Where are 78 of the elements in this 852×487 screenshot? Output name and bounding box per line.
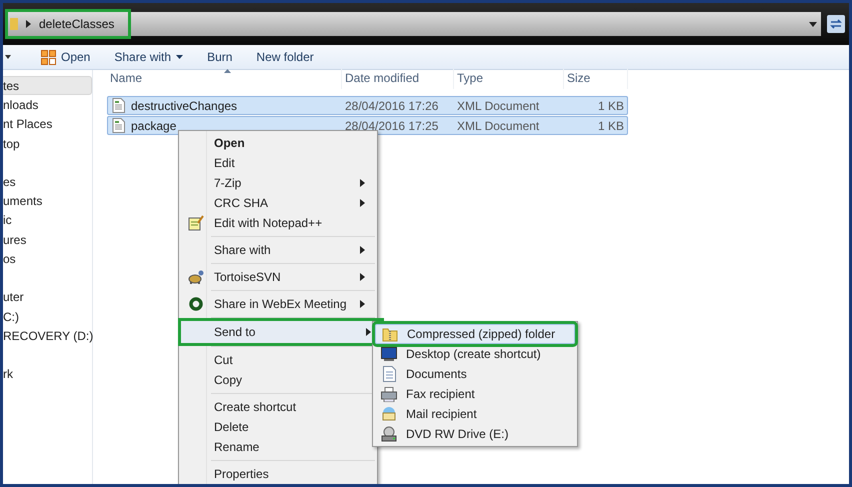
column-header[interactable]: Type	[454, 69, 564, 89]
column-header[interactable]: Size	[564, 69, 628, 89]
fax-icon	[381, 386, 397, 402]
submenu-arrow-icon	[360, 179, 365, 187]
menu-item[interactable]: Properties	[181, 464, 375, 484]
menu-item[interactable]: CRC SHA	[181, 193, 375, 213]
navigation-item[interactable]: C:)	[3, 306, 92, 326]
turtle-icon	[188, 269, 204, 285]
navigation-item[interactable]: es	[3, 172, 92, 192]
dropdown-arrow-icon[interactable]	[5, 55, 11, 59]
menu-item[interactable]: Share in WebEx Meeting	[181, 294, 375, 314]
dropdown-arrow-icon	[176, 55, 184, 59]
menu-item[interactable]: Share with	[181, 240, 375, 260]
toolbar-button[interactable]: Open	[35, 46, 96, 68]
navigation-item[interactable]: rk	[3, 364, 92, 384]
menu-item[interactable]: Rename	[181, 437, 375, 457]
date-cell-text: 28/04/2016 17:26	[344, 98, 440, 114]
size-cell-text: 1 KB	[596, 98, 624, 114]
menu-item[interactable]: Desktop (create shortcut)	[375, 344, 575, 364]
menu-item[interactable]: Open	[181, 133, 375, 153]
menu-item[interactable]: Edit	[181, 153, 375, 173]
sort-arrow-icon	[224, 69, 231, 73]
document-icon	[382, 366, 396, 382]
navigation-item[interactable]: uter	[3, 288, 92, 307]
menu-item[interactable]: Fax recipient	[375, 384, 575, 404]
envelope-icon	[381, 407, 397, 421]
zip-folder-icon	[382, 326, 398, 342]
notepad-icon	[188, 215, 204, 231]
monitor-icon	[381, 347, 397, 361]
submenu-arrow-icon	[360, 246, 365, 254]
address-path: deleteClasses	[39, 16, 114, 33]
submenu-arrow-icon	[360, 199, 365, 207]
disc-drive-icon	[381, 426, 397, 442]
file-row[interactable]: destructiveChanges 28/04/2016 17:26 XML Document 1 KB	[107, 96, 628, 115]
navigation-item[interactable]: top	[3, 134, 92, 154]
ring-icon	[189, 297, 203, 311]
menu-item[interactable]: 7-Zip	[181, 173, 375, 193]
submenu-arrow-icon	[366, 328, 371, 336]
submenu-arrow-icon	[360, 273, 365, 281]
submenu-arrow-icon	[360, 300, 365, 308]
size-cell-text: 1 KB	[596, 118, 624, 134]
column-header[interactable]: Name	[107, 69, 342, 89]
menu-item[interactable]: DVD RW Drive (E:)	[375, 424, 575, 444]
menu-item[interactable]: Delete	[181, 417, 375, 437]
menu-item[interactable]: Cut	[181, 350, 375, 370]
refresh-icon[interactable]	[827, 15, 845, 33]
navigation-item[interactable]: uments	[3, 191, 92, 211]
open-icon	[41, 50, 56, 64]
menu-item[interactable]: Create shortcut	[181, 397, 375, 417]
document-icon	[112, 118, 125, 133]
navigation-item[interactable]: os	[3, 249, 92, 269]
navigation-item[interactable]: tes	[3, 76, 92, 96]
file-row[interactable]: package 28/04/2016 17:25 XML Document 1 KB	[107, 116, 628, 135]
menu-item[interactable]: Compressed (zipped) folder	[375, 324, 575, 344]
navigation-item[interactable]: ic	[3, 210, 92, 230]
type-cell-text: XML Document	[456, 98, 540, 114]
file-name: destructiveChanges	[131, 98, 238, 114]
menu-item[interactable]: TortoiseSVN	[181, 267, 375, 287]
toolbar-button[interactable]: New folder	[250, 46, 320, 68]
document-icon	[112, 98, 125, 113]
folder-icon	[10, 17, 18, 31]
menu-item[interactable]: Mail recipient	[375, 404, 575, 424]
column-header[interactable]: Date modified	[342, 69, 454, 89]
file-name: package	[131, 118, 176, 134]
navigation-item[interactable]: nloads	[3, 95, 92, 115]
breadcrumb-arrow-icon	[26, 20, 31, 28]
menu-item[interactable]: Documents	[375, 364, 575, 384]
navigation-item[interactable]: nt Places	[3, 114, 92, 134]
navigation-item[interactable]: RECOVERY (D:)	[3, 326, 92, 346]
toolbar-button[interactable]: Burn	[201, 46, 238, 68]
toolbar-button[interactable]: Share with	[108, 46, 190, 68]
address-field[interactable]: deleteClasses	[8, 12, 821, 36]
dropdown-arrow-icon[interactable]	[809, 22, 817, 26]
date-cell-text: 28/04/2016 17:25	[344, 118, 440, 134]
type-cell-text: XML Document	[456, 118, 540, 134]
navigation-item[interactable]: ures	[3, 230, 92, 250]
menu-item[interactable]: Copy	[181, 370, 375, 390]
menu-item[interactable]: Edit with Notepad++	[181, 213, 375, 233]
